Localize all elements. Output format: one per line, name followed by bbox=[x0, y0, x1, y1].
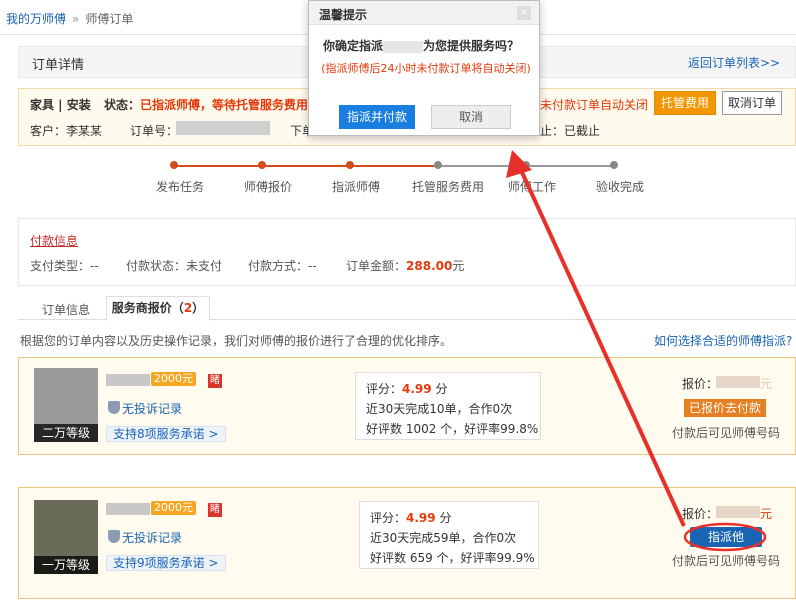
score-unit: 分 bbox=[431, 382, 448, 396]
price-badge: 2000元 bbox=[151, 372, 196, 386]
auto-close-warning: 未付款订单自动关闭 bbox=[540, 98, 649, 112]
provider-stats: 评分：4.99 分 近30天完成59单，合作0次 好评数 659 个，好评率99… bbox=[359, 501, 539, 569]
step-label-post-task: 发布任务 bbox=[156, 180, 205, 194]
dialog-warning: (指派师傅后24小时未付款订单将自动关闭) bbox=[321, 62, 531, 75]
order-amount-label: 订单金额： bbox=[346, 259, 407, 273]
tab-provider-quotes-count: 2 bbox=[183, 301, 193, 315]
page-title: 订单详情 bbox=[32, 58, 85, 73]
quoted-go-pay-button[interactable]: 已报价去付款 bbox=[684, 399, 766, 417]
phone-after-pay-note: 付款后可见师傅号码 bbox=[672, 554, 781, 568]
assign-provider-button[interactable]: 指派他 bbox=[690, 527, 762, 547]
cancel-order-button[interactable]: 取消订单 bbox=[722, 91, 782, 115]
orders-stat: 近30天完成59单，合作0次 bbox=[370, 531, 517, 545]
breadcrumb-current: 师傅订单 bbox=[85, 12, 134, 26]
provider-level: 一万等级 bbox=[34, 556, 98, 574]
order-amount-value: 288.00 bbox=[406, 259, 453, 273]
provider-level: 二万等级 bbox=[34, 424, 98, 442]
confirm-dialog: 温馨提示 × 你确定指派 为您提供服务吗？ (指派师傅后24小时未付款订单将自动关… bbox=[308, 0, 540, 136]
sort-intro-text: 根据您的订单内容以及历史操作记录，我们对师傅的报价进行了合理的优化排序。 bbox=[20, 334, 453, 348]
quote-unit: 元 bbox=[760, 377, 773, 391]
shield-icon bbox=[108, 401, 120, 414]
score-row: 评分：4.99 分 bbox=[370, 508, 528, 528]
step-dot-4 bbox=[434, 161, 442, 169]
price-badge: 2000元 bbox=[151, 501, 196, 515]
orders-stat: 近30天完成10单，合作0次 bbox=[366, 402, 513, 416]
step-label-quote: 师傅报价 bbox=[244, 180, 293, 194]
verified-badge: 睹 bbox=[208, 374, 222, 388]
avatar[interactable]: 一万等级 bbox=[34, 500, 98, 574]
quote-label: 报价： bbox=[682, 377, 719, 391]
score-value: 4.99 bbox=[402, 382, 432, 396]
provider-name-blurred bbox=[106, 374, 150, 386]
tab-provider-quotes-label: 服务商报价（ bbox=[111, 301, 184, 315]
payment-info-title: 付款信息 bbox=[30, 234, 79, 248]
step-dot-2 bbox=[258, 161, 266, 169]
tab-provider-quotes[interactable]: 服务商报价（2） bbox=[106, 296, 210, 321]
step-dot-5 bbox=[522, 161, 530, 169]
provider-name-blurred bbox=[383, 40, 424, 53]
customer-name: 客户：李某某 bbox=[30, 124, 103, 138]
escrow-fee-button[interactable]: 托管费用 bbox=[654, 91, 716, 115]
provider-name-blurred bbox=[106, 503, 150, 515]
reviews-stat: 好评数 659 个，好评率99.9% bbox=[370, 551, 535, 565]
score-label: 评分： bbox=[366, 382, 403, 396]
score-row: 评分：4.99 分 bbox=[366, 379, 530, 399]
dialog-question-end: 为您提供服务吗？ bbox=[423, 39, 520, 53]
score-value: 4.99 bbox=[406, 511, 436, 525]
order-number-label: 订单号： bbox=[130, 124, 179, 138]
tab-order-info[interactable]: 订单信息 bbox=[42, 301, 90, 318]
step-dot-1 bbox=[170, 161, 178, 169]
no-complaint-text: 无投诉记录 bbox=[122, 402, 183, 416]
how-to-choose-link[interactable]: 如何选择合适的师傅指派? bbox=[654, 332, 792, 349]
verified-badge: 睹 bbox=[208, 503, 222, 517]
status-label: 状态： bbox=[104, 98, 141, 112]
dialog-title: 温馨提示 bbox=[319, 8, 368, 22]
status-value: 已指派师傅，等待托管服务费用 bbox=[140, 98, 308, 112]
progress-done-line bbox=[176, 165, 437, 167]
step-dot-3 bbox=[346, 161, 354, 169]
score-label: 评分： bbox=[370, 511, 407, 525]
breadcrumb: 我的万师傅 » 师傅订单 bbox=[6, 10, 133, 27]
step-label-accept: 验收完成 bbox=[596, 180, 645, 194]
deadline-status: 止：已截止 bbox=[540, 124, 601, 138]
quote-amount-blurred bbox=[716, 506, 760, 518]
step-dot-6 bbox=[610, 161, 618, 169]
close-icon[interactable]: × bbox=[517, 6, 531, 20]
quote-amount-blurred bbox=[716, 376, 760, 388]
pay-method: 付款方式：-- bbox=[248, 259, 317, 273]
step-label-work: 师傅工作 bbox=[508, 180, 557, 194]
dialog-question: 你确定指派 为您提供服务吗？ bbox=[323, 37, 519, 54]
breadcrumb-separator: » bbox=[72, 12, 80, 26]
step-label-escrow: 托管服务费用 bbox=[412, 180, 485, 194]
avatar[interactable]: 二万等级 bbox=[34, 368, 98, 442]
no-complaint-text: 无投诉记录 bbox=[122, 531, 183, 545]
pay-status: 付款状态：未支付 bbox=[126, 259, 223, 273]
quote-label: 报价： bbox=[682, 507, 719, 521]
provider-stats: 评分：4.99 分 近30天完成10单，合作0次 好评数 1002 个，好评率9… bbox=[355, 372, 541, 440]
service-promise-link[interactable]: 支持8项服务承诺 > bbox=[106, 426, 226, 442]
tab-provider-quotes-end: ） bbox=[192, 301, 205, 315]
order-amount-unit: 元 bbox=[452, 259, 465, 273]
payment-info-box bbox=[18, 218, 796, 286]
assign-and-pay-button[interactable]: 指派并付款 bbox=[339, 105, 415, 129]
order-category: 家具 | 安装 bbox=[30, 98, 91, 112]
order-amount: 订单金额：288.00元 bbox=[346, 257, 464, 274]
service-promise-link[interactable]: 支持9项服务承诺 > bbox=[106, 555, 226, 571]
dialog-cancel-button[interactable]: 取消 bbox=[431, 105, 511, 129]
quote-unit: 元 bbox=[760, 507, 773, 521]
pay-type: 支付类型：-- bbox=[30, 259, 99, 273]
score-unit: 分 bbox=[435, 511, 452, 525]
reviews-stat: 好评数 1002 个，好评率99.8% bbox=[366, 422, 539, 436]
phone-after-pay-note: 付款后可见师傅号码 bbox=[672, 426, 781, 440]
back-to-order-list-link[interactable]: 返回订单列表>> bbox=[688, 54, 780, 71]
shield-icon bbox=[108, 530, 120, 543]
breadcrumb-home-link[interactable]: 我的万师傅 bbox=[6, 12, 66, 26]
dialog-question-start: 你确定指派 bbox=[323, 39, 384, 53]
step-label-assign: 指派师傅 bbox=[332, 180, 381, 194]
order-number-blurred bbox=[176, 121, 270, 135]
